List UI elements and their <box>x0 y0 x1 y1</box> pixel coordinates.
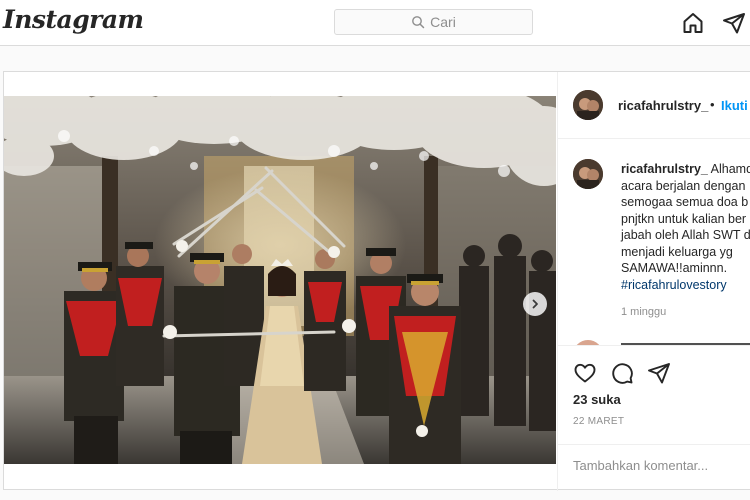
avatar[interactable] <box>573 90 603 120</box>
caption-area: ricafahrulstry_ Alhamd acara berjalan de… <box>558 139 750 345</box>
caption-username[interactable]: ricafahrulstry_ <box>621 162 708 176</box>
post-card: ricafahrulstry_ • Ikuti ricafahrulstry_ … <box>3 71 750 491</box>
post-caption: ricafahrulstry_ Alhamd acara berjalan de… <box>621 161 750 293</box>
home-icon[interactable] <box>681 11 705 35</box>
caption-text: SAMAWA!!aminnn. <box>621 261 728 275</box>
caption-timestamp[interactable]: 1 minggu <box>621 306 666 318</box>
share-icon[interactable] <box>647 361 671 385</box>
post-username[interactable]: ricafahrulstry_ <box>618 98 708 113</box>
top-navbar: Instagram Cari <box>0 0 750 46</box>
search-box[interactable]: Cari <box>334 9 533 35</box>
post-date: 22 MARET <box>573 416 625 427</box>
separator-dot: • <box>710 97 715 112</box>
post-photo[interactable] <box>4 96 556 464</box>
caption-text: Alhamd <box>710 162 750 176</box>
caption-text: pnjtkn untuk kalian ber <box>621 211 747 226</box>
post-actions: 23 suka 22 MARET <box>558 345 750 445</box>
post-header: ricafahrulstry_ • Ikuti <box>558 72 750 139</box>
caption-text: semogaa semua doa b <box>621 195 749 209</box>
heart-icon[interactable] <box>573 361 597 385</box>
instagram-logo[interactable]: Instagram <box>3 5 144 34</box>
comment-icon[interactable] <box>610 361 634 385</box>
direct-message-icon[interactable] <box>722 11 746 35</box>
comment-box <box>558 444 750 491</box>
caption-avatar[interactable] <box>573 159 603 189</box>
chevron-right-icon <box>532 299 538 309</box>
post-sidebar: ricafahrulstry_ • Ikuti ricafahrulstry_ … <box>557 72 750 491</box>
search-placeholder: Cari <box>430 14 456 30</box>
caption-hashtag-link[interactable]: #ricafahrulovestory <box>621 277 750 294</box>
follow-button[interactable]: Ikuti <box>721 98 748 113</box>
add-comment-input[interactable] <box>573 458 750 473</box>
caption-text: jabah oleh Allah SWT d <box>621 228 750 242</box>
caption-first-line: ricafahrulstry_ Alhamd <box>621 161 750 178</box>
next-photo-button[interactable] <box>523 292 547 316</box>
like-count[interactable]: 23 suka <box>573 392 621 407</box>
caption-text: menjadi keluarga yg <box>621 244 733 259</box>
search-icon <box>412 16 425 29</box>
caption-text: acara berjalan dengan <box>621 178 746 193</box>
